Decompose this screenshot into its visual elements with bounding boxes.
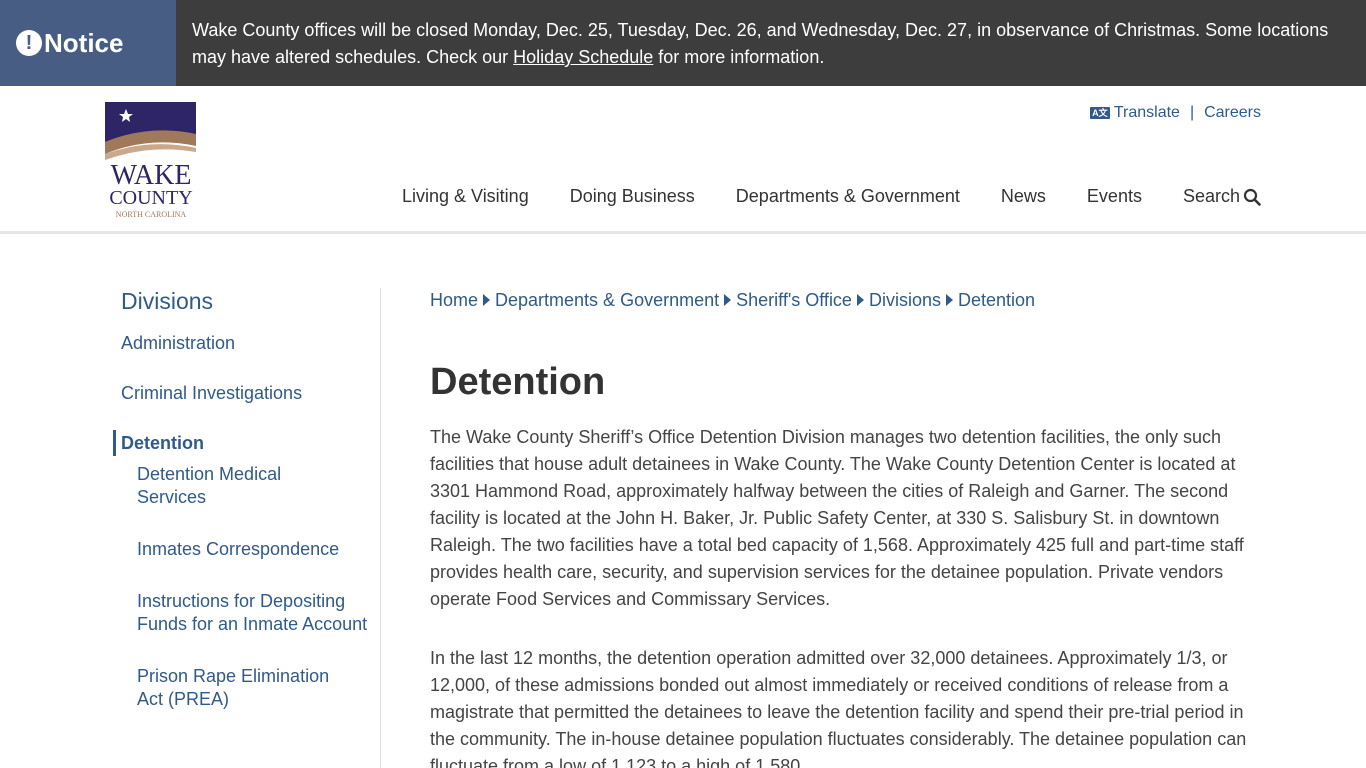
notice-label: ! Notice [0,0,176,86]
site-header: WAKE COUNTY NORTH CAROLINA A文 Translate … [0,86,1366,234]
breadcrumb-departments[interactable]: Departments & Government [495,290,719,311]
search-button[interactable]: Search [1183,186,1261,207]
breadcrumb-sheriffs-office[interactable]: Sheriff's Office [736,290,852,311]
sidebar-subitem-inmates-correspondence[interactable]: Inmates Correspondence [137,538,371,561]
intro-paragraph: The Wake County Sheriff’s Office Detenti… [430,427,1244,609]
sidebar-title: Divisions [121,288,214,314]
sidebar-item-detention[interactable]: Detention [113,430,371,456]
careers-link[interactable]: Careers [1204,104,1261,122]
utility-nav: A文 Translate | Careers [1089,104,1261,122]
search-icon [1243,188,1261,206]
logo-nc-text: NORTH CAROLINA [116,210,187,219]
nav-doing-business[interactable]: Doing Business [570,186,695,207]
nav-living-visiting[interactable]: Living & Visiting [402,186,529,207]
notice-title: Notice [44,27,124,58]
search-label: Search [1182,186,1240,206]
sidebar-item-administration[interactable]: Administration [121,333,371,354]
nav-news[interactable]: News [1001,186,1046,207]
alert-icon: ! [16,30,42,56]
sidebar-item-criminal-investigations[interactable]: Criminal Investigations [121,383,371,404]
logo-county-text: COUNTY [109,187,192,209]
main-content: Home Departments & Government Sheriff's … [430,288,1266,768]
breadcrumb-arrow-icon [483,294,491,306]
breadcrumb-detention[interactable]: Detention [958,290,1035,311]
sidebar: Divisions Administration Criminal Invest… [113,288,371,711]
breadcrumb-arrow-icon [856,294,864,306]
sidebar-subitem-detention-medical[interactable]: Detention Medical Services [137,463,327,509]
sidebar-subitem-prea[interactable]: Prison Rape Elimination Act (PREA) [137,665,347,711]
main-nav: Living & Visiting Doing Business Departm… [402,186,1261,207]
wake-county-logo[interactable]: WAKE COUNTY NORTH CAROLINA [104,102,198,220]
translate-icon: A文 [1089,107,1110,119]
breadcrumb-arrow-icon [945,294,953,306]
translate-link[interactable]: Translate [1114,104,1180,122]
logo-graphic: WAKE COUNTY NORTH CAROLINA [105,102,196,219]
holiday-schedule-link[interactable]: Holiday Schedule [513,47,653,67]
nav-events[interactable]: Events [1087,186,1142,207]
breadcrumb-home[interactable]: Home [430,290,478,311]
utility-separator: | [1189,104,1195,121]
page-title: Detention [430,361,606,403]
breadcrumb: Home Departments & Government Sheriff's … [430,288,1266,312]
admissions-paragraph: In the last 12 months, the detention ope… [430,648,1247,768]
notice-text-after: for more information. [653,47,825,67]
breadcrumb-divisions[interactable]: Divisions [869,290,941,311]
notice-banner: ! Notice Wake County offices will be clo… [0,0,1366,86]
nav-departments-government[interactable]: Departments & Government [736,186,960,207]
breadcrumb-arrow-icon [724,294,732,306]
sidebar-divider [380,288,381,768]
notice-text: Wake County offices will be closed Monda… [176,0,1366,86]
sidebar-subitem-depositing-funds[interactable]: Instructions for Depositing Funds for an… [137,590,369,636]
